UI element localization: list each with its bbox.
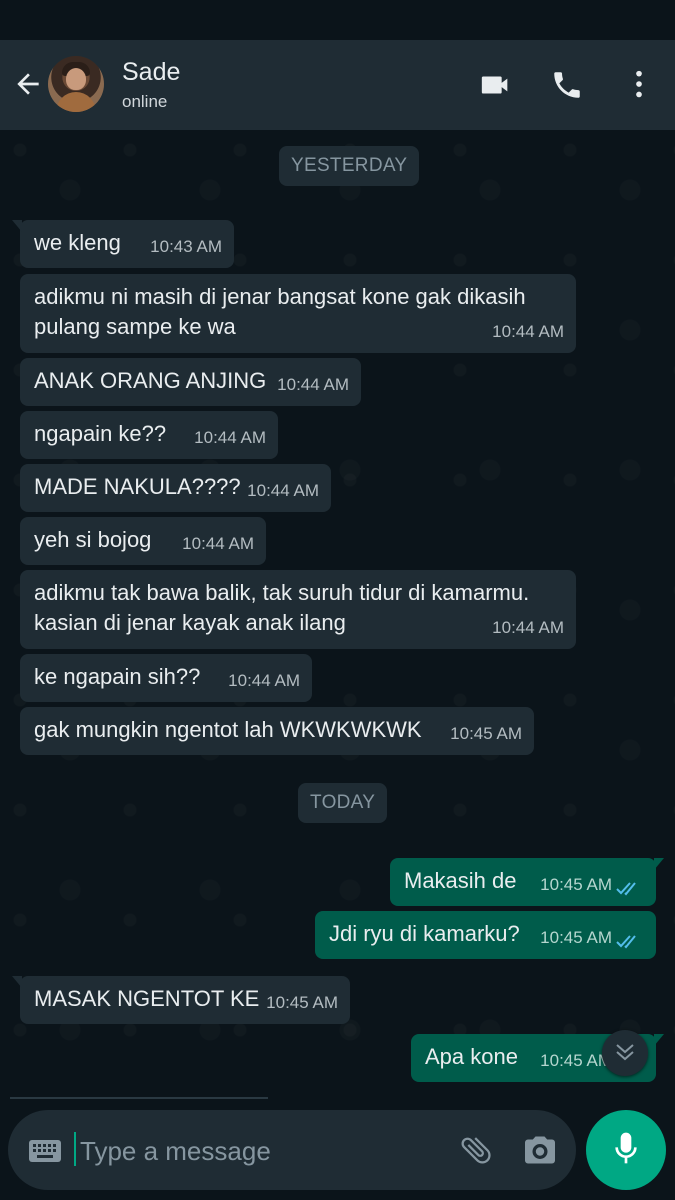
message-text: yeh si bojog (34, 527, 152, 552)
avatar[interactable] (48, 56, 104, 112)
contact-name[interactable]: Sade (122, 58, 180, 87)
message-time: 10:45 AM (450, 724, 522, 743)
message-time: 10:45 AM (540, 928, 612, 947)
status-bar (0, 0, 675, 40)
keyboard-icon[interactable] (28, 1139, 62, 1163)
message-text: MADE NAKULA???? (34, 474, 241, 499)
scroll-to-bottom-button[interactable] (602, 1030, 648, 1076)
message-input[interactable] (78, 1128, 442, 1174)
message-text: we kleng (34, 230, 121, 255)
message-text: Jdi ryu di kamarku? (329, 921, 520, 946)
read-receipt-icon (616, 882, 636, 896)
message-outgoing[interactable]: Jdi ryu di kamarku? 10:45 AM (315, 911, 656, 959)
read-receipt-icon (616, 935, 636, 949)
voice-message-button[interactable] (586, 1110, 666, 1190)
message-incoming[interactable]: adikmu ni masih di jenar bangsat kone ga… (20, 274, 576, 353)
message-incoming[interactable]: adikmu tak bawa balik, tak suruh tidur d… (20, 570, 576, 649)
message-time: 10:44 AM (182, 534, 254, 553)
message-text: MASAK NGENTOT KE (34, 986, 260, 1011)
message-time: 10:44 AM (228, 671, 300, 690)
message-time: 10:45 AM (266, 993, 338, 1012)
message-text: ANAK ORANG ANJING (34, 368, 267, 393)
message-incoming[interactable]: MADE NAKULA???? 10:44 AM (20, 464, 331, 512)
message-text: ke ngapain sih?? (34, 664, 201, 689)
text-caret (74, 1132, 76, 1166)
message-outgoing[interactable]: Makasih de 10:45 AM (390, 858, 664, 906)
message-incoming[interactable]: ANAK ORANG ANJING 10:44 AM (20, 358, 361, 406)
message-time: 10:45 AM (540, 875, 612, 894)
message-composer (8, 1110, 576, 1190)
message-time: 10:44 AM (277, 375, 349, 394)
message-incoming[interactable]: we kleng 10:43 AM (12, 220, 234, 268)
contact-status: online (122, 92, 168, 111)
message-text: Makasih de (404, 868, 517, 893)
chat-header: Sade online (0, 40, 675, 130)
message-time: 10:44 AM (492, 618, 564, 637)
message-incoming[interactable]: yeh si bojog 10:44 AM (20, 517, 266, 565)
message-incoming[interactable]: gak mungkin ngentot lah WKWKWKWK 10:45 A… (20, 707, 534, 755)
chevron-down-icon (616, 1044, 634, 1061)
date-separator: TODAY (298, 783, 388, 823)
camera-icon[interactable] (522, 1132, 558, 1168)
divider (10, 1097, 268, 1099)
message-time: 10:44 AM (492, 322, 564, 341)
voice-call-icon[interactable] (549, 68, 585, 102)
back-arrow-icon[interactable] (12, 68, 44, 100)
message-incoming[interactable]: ngapain ke?? 10:44 AM (20, 411, 278, 459)
message-time: 10:43 AM (150, 237, 222, 256)
message-time: 10:44 AM (247, 481, 319, 500)
video-call-icon[interactable] (478, 68, 514, 102)
message-text: ngapain ke?? (34, 421, 167, 446)
message-text: adikmu ni masih di jenar bangsat kone ga… (34, 284, 526, 309)
chat-area[interactable]: YESTERDAY we kleng 10:43 AM adikmu ni ma… (0, 130, 675, 1110)
message-incoming[interactable]: MASAK NGENTOT KE 10:45 AM (12, 976, 350, 1024)
message-text: adikmu tak bawa balik, tak suruh tidur d… (34, 580, 530, 605)
message-text: Apa kone (425, 1044, 518, 1069)
date-separator: YESTERDAY (279, 146, 420, 186)
message-incoming[interactable]: ke ngapain sih?? 10:44 AM (20, 654, 312, 702)
message-text: pulang sampe ke wa (34, 314, 236, 339)
attach-icon[interactable] (458, 1132, 494, 1168)
microphone-icon (615, 1132, 637, 1164)
message-text: gak mungkin ngentot lah WKWKWKWK (34, 717, 422, 742)
message-text: kasian di jenar kayak anak ilang (34, 610, 346, 635)
message-time: 10:44 AM (194, 428, 266, 447)
more-options-icon[interactable] (627, 68, 651, 102)
